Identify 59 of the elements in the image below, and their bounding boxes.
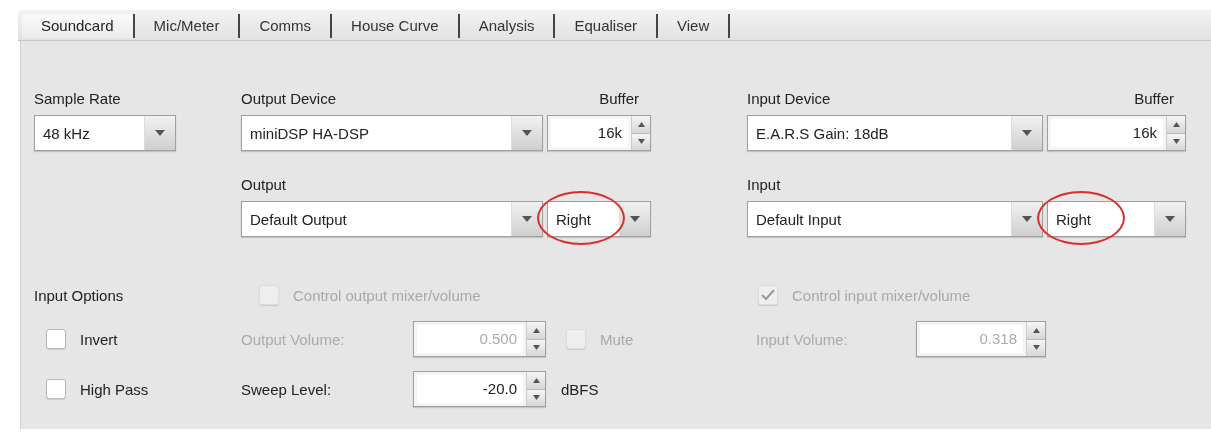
up-arrow-icon xyxy=(1032,327,1040,333)
increment-button[interactable] xyxy=(527,322,545,339)
caret-icon xyxy=(629,215,641,223)
field-label: Buffer xyxy=(1133,90,1175,107)
dropdown[interactable]: Default Output xyxy=(241,201,543,237)
checkbox-label: Control output mixer/volume xyxy=(293,286,481,304)
field-label: Output Device xyxy=(241,90,338,107)
up-arrow-icon xyxy=(532,327,540,333)
tab[interactable]: View xyxy=(658,14,731,38)
field-label: Input Device xyxy=(747,90,832,107)
tab[interactable]: Soundcard xyxy=(22,14,135,38)
field-label: Input Volume: xyxy=(756,330,849,348)
tab[interactable]: Mic/Meter xyxy=(134,14,241,38)
dropdown[interactable]: 48 kHz xyxy=(34,115,176,151)
up-arrow-icon xyxy=(637,121,645,127)
increment-button[interactable] xyxy=(527,372,545,389)
tab[interactable]: Comms xyxy=(240,14,333,38)
caret-icon xyxy=(1164,215,1176,223)
checkbox-label: Mute xyxy=(600,330,634,348)
checkbox-label: High Pass xyxy=(80,380,149,398)
checkbox-label: Invert xyxy=(80,330,118,348)
checkbox[interactable] xyxy=(46,329,66,349)
tab[interactable]: House Curve xyxy=(332,14,460,38)
caret-icon xyxy=(1021,215,1033,223)
field-label: Buffer xyxy=(598,90,640,107)
field-label: Sample Rate xyxy=(34,90,122,107)
down-arrow-icon xyxy=(532,345,540,351)
increment-button[interactable] xyxy=(1167,116,1185,133)
up-arrow-icon xyxy=(532,377,540,383)
caret-icon xyxy=(1021,129,1033,137)
down-arrow-icon xyxy=(532,395,540,401)
checkbox-label: Control input mixer/volume xyxy=(792,286,971,304)
spinner-field[interactable]: -20.0 xyxy=(413,371,546,407)
dropdown[interactable]: Right xyxy=(1047,201,1186,237)
dropdown[interactable]: E.A.R.S Gain: 18dB xyxy=(747,115,1043,151)
caret-icon xyxy=(154,129,166,137)
increment-button[interactable] xyxy=(632,116,650,133)
increment-button[interactable] xyxy=(1027,322,1045,339)
field-label: Sweep Level: xyxy=(241,380,333,398)
caret-icon xyxy=(521,215,533,223)
checkmark-icon xyxy=(761,289,775,301)
down-arrow-icon xyxy=(637,139,645,145)
unit-label: dBFS xyxy=(560,380,600,398)
field-label: Input xyxy=(747,176,782,193)
field-label: Output Volume: xyxy=(241,330,346,348)
tab[interactable]: Equaliser xyxy=(555,14,659,38)
dropdown[interactable]: Right xyxy=(547,201,651,237)
tab[interactable]: Analysis xyxy=(459,14,556,38)
caret-icon xyxy=(521,129,533,137)
down-arrow-icon xyxy=(1172,139,1180,145)
up-arrow-icon xyxy=(1172,121,1180,127)
dropdown[interactable]: Default Input xyxy=(747,201,1043,237)
checkbox[interactable] xyxy=(46,379,66,399)
spinner-field[interactable]: 16k xyxy=(547,115,651,151)
spinner-field[interactable]: 16k xyxy=(1047,115,1186,151)
field-label: Input Options xyxy=(34,286,125,304)
field-label: Output xyxy=(241,176,288,193)
dropdown[interactable]: miniDSP HA-DSP xyxy=(241,115,543,151)
down-arrow-icon xyxy=(1032,345,1040,351)
